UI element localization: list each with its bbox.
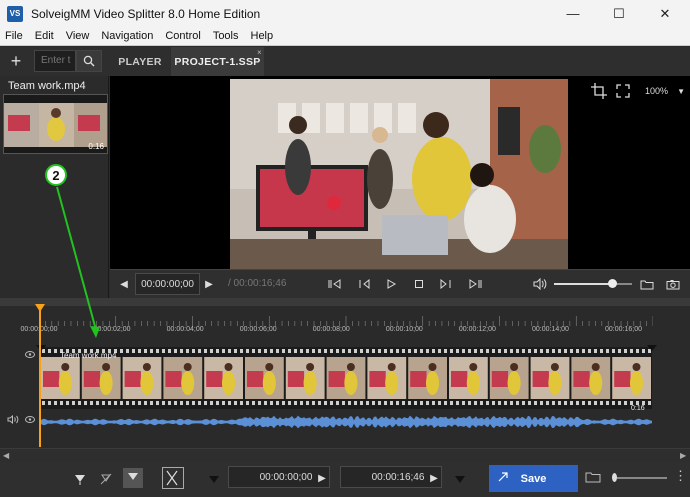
zoom-value: 100% — [645, 86, 669, 96]
video-track-label: Team work.mp4 — [60, 351, 117, 360]
end-time-next-arrow-icon[interactable]: ▶ — [425, 469, 443, 487]
video-frame — [230, 79, 568, 269]
ruler-tick-label: 00:00:14;00 — [531, 326, 569, 333]
timeline-zoom-slider-track[interactable] — [617, 477, 667, 479]
prev-frame-icon[interactable] — [355, 275, 373, 293]
menu-edit[interactable]: Edit — [29, 30, 60, 42]
media-filename: Team work.mp4 — [8, 80, 86, 92]
thumbnail-duration: 0:16 — [88, 142, 104, 151]
out-marker-icon[interactable] — [647, 345, 657, 351]
chevron-down-icon: ▼ — [677, 86, 685, 96]
fullscreen-button[interactable] — [612, 80, 634, 102]
ruler-tick-label: 00:00:08;00 — [312, 326, 350, 333]
tab-strip: + Enter t PLAYER PROJECT-1.SSP × — [0, 47, 690, 76]
app-logo-icon: VS — [7, 5, 23, 22]
add-marker-icon[interactable] — [71, 470, 89, 488]
menu-navigation[interactable]: Navigation — [95, 30, 159, 42]
scroll-right-arrow-icon[interactable]: ▶ — [680, 451, 686, 460]
video-track[interactable] — [40, 347, 652, 409]
ruler-tick-label: 00:00:10;00 — [385, 326, 423, 333]
crop-button[interactable] — [588, 80, 610, 102]
menu-control[interactable]: Control — [159, 30, 206, 42]
next-marker-icon[interactable] — [467, 275, 485, 293]
open-folder-icon[interactable] — [638, 275, 656, 293]
annotation-callout-number: 2 — [45, 164, 67, 186]
stop-icon[interactable] — [410, 275, 428, 293]
more-options-icon[interactable]: ⋮ — [674, 468, 687, 484]
snapshot-camera-icon[interactable] — [664, 275, 682, 293]
in-marker-icon[interactable] — [36, 345, 46, 351]
ruler-tick-label: 00:00:06;00 — [239, 326, 277, 333]
playhead-handle[interactable] — [35, 304, 45, 312]
audio-track[interactable] — [40, 411, 652, 433]
save-button[interactable]: Save — [489, 465, 578, 492]
media-thumbnail[interactable]: 0:16 — [3, 94, 108, 154]
cut-segment-icon[interactable] — [162, 467, 184, 489]
minimize-button[interactable]: — — [550, 0, 596, 27]
volume-icon[interactable] — [531, 275, 549, 293]
zoom-select[interactable]: 100% ▼ — [638, 80, 688, 102]
playhead-line[interactable] — [39, 305, 41, 447]
play-icon[interactable] — [382, 275, 400, 293]
video-image — [230, 79, 568, 269]
audio-track-visibility-eye-icon[interactable] — [25, 416, 35, 425]
go-to-start-marker-icon[interactable] — [207, 472, 221, 486]
close-button[interactable]: ✕ — [642, 0, 688, 27]
ruler-tick-label: 00:00:02;00 — [93, 326, 131, 333]
video-track-filmstrip — [40, 347, 652, 409]
panel-splitter[interactable] — [0, 298, 690, 306]
remove-marker-icon[interactable] — [97, 470, 115, 488]
crop-icon — [591, 83, 607, 99]
ruler-tick-label: 00:00:16;00 — [605, 326, 643, 333]
video-track-visibility-eye-icon[interactable] — [25, 351, 35, 360]
audio-track-speaker-icon[interactable] — [7, 414, 19, 426]
tab-player[interactable]: PLAYER — [110, 47, 170, 76]
ruler-ticks — [39, 316, 653, 326]
scroll-left-arrow-icon[interactable]: ◀ — [3, 451, 9, 460]
save-export-icon — [497, 471, 509, 486]
menu-tools[interactable]: Tools — [207, 30, 245, 42]
title-bar: VS SolveigMM Video Splitter 8.0 Home Edi… — [0, 0, 690, 27]
tab-project[interactable]: PROJECT-1.SSP — [171, 47, 264, 76]
go-to-end-marker-icon[interactable] — [453, 472, 467, 486]
search-icon — [83, 55, 95, 67]
menu-view[interactable]: View — [60, 30, 96, 42]
timeline-scrollbar[interactable]: ◀ ▶ — [0, 448, 690, 462]
total-time: / 00:00:16;46 — [228, 278, 287, 289]
frame-forward-arrow-icon[interactable]: ▶ — [200, 275, 218, 293]
menu-bar: File Edit View Navigation Control Tools … — [0, 27, 690, 46]
timeline-ruler[interactable]: 00:00:00;00 00:00:02;00 00:00:04;00 00:0… — [21, 316, 653, 336]
search-input[interactable]: Enter t — [34, 50, 76, 72]
next-frame-icon[interactable] — [437, 275, 455, 293]
window-title: SolveigMM Video Splitter 8.0 Home Editio… — [31, 6, 261, 21]
tab-close-icon[interactable]: × — [257, 48, 262, 57]
prev-marker-icon[interactable] — [325, 275, 343, 293]
menu-file[interactable]: File — [0, 30, 29, 42]
volume-slider-fill — [554, 283, 612, 285]
select-marker-icon[interactable] — [123, 468, 143, 488]
audio-waveform — [40, 415, 652, 429]
volume-slider-knob[interactable] — [607, 279, 617, 288]
current-time-field[interactable]: 00:00:00;00 — [135, 273, 200, 295]
frame-back-arrow-icon[interactable]: ◀ — [115, 275, 133, 293]
output-folder-icon[interactable] — [585, 470, 601, 486]
maximize-button[interactable]: ☐ — [596, 0, 642, 27]
ruler-tick-label: 00:00:04;00 — [166, 326, 204, 333]
fullscreen-icon — [616, 84, 630, 98]
search-button[interactable] — [76, 50, 102, 72]
menu-help[interactable]: Help — [245, 30, 280, 42]
ruler-tick-label: 00:00:12;00 — [458, 326, 496, 333]
save-button-label: Save — [520, 472, 547, 485]
start-time-next-arrow-icon[interactable]: ▶ — [313, 469, 331, 487]
add-file-button[interactable]: + — [4, 49, 28, 73]
